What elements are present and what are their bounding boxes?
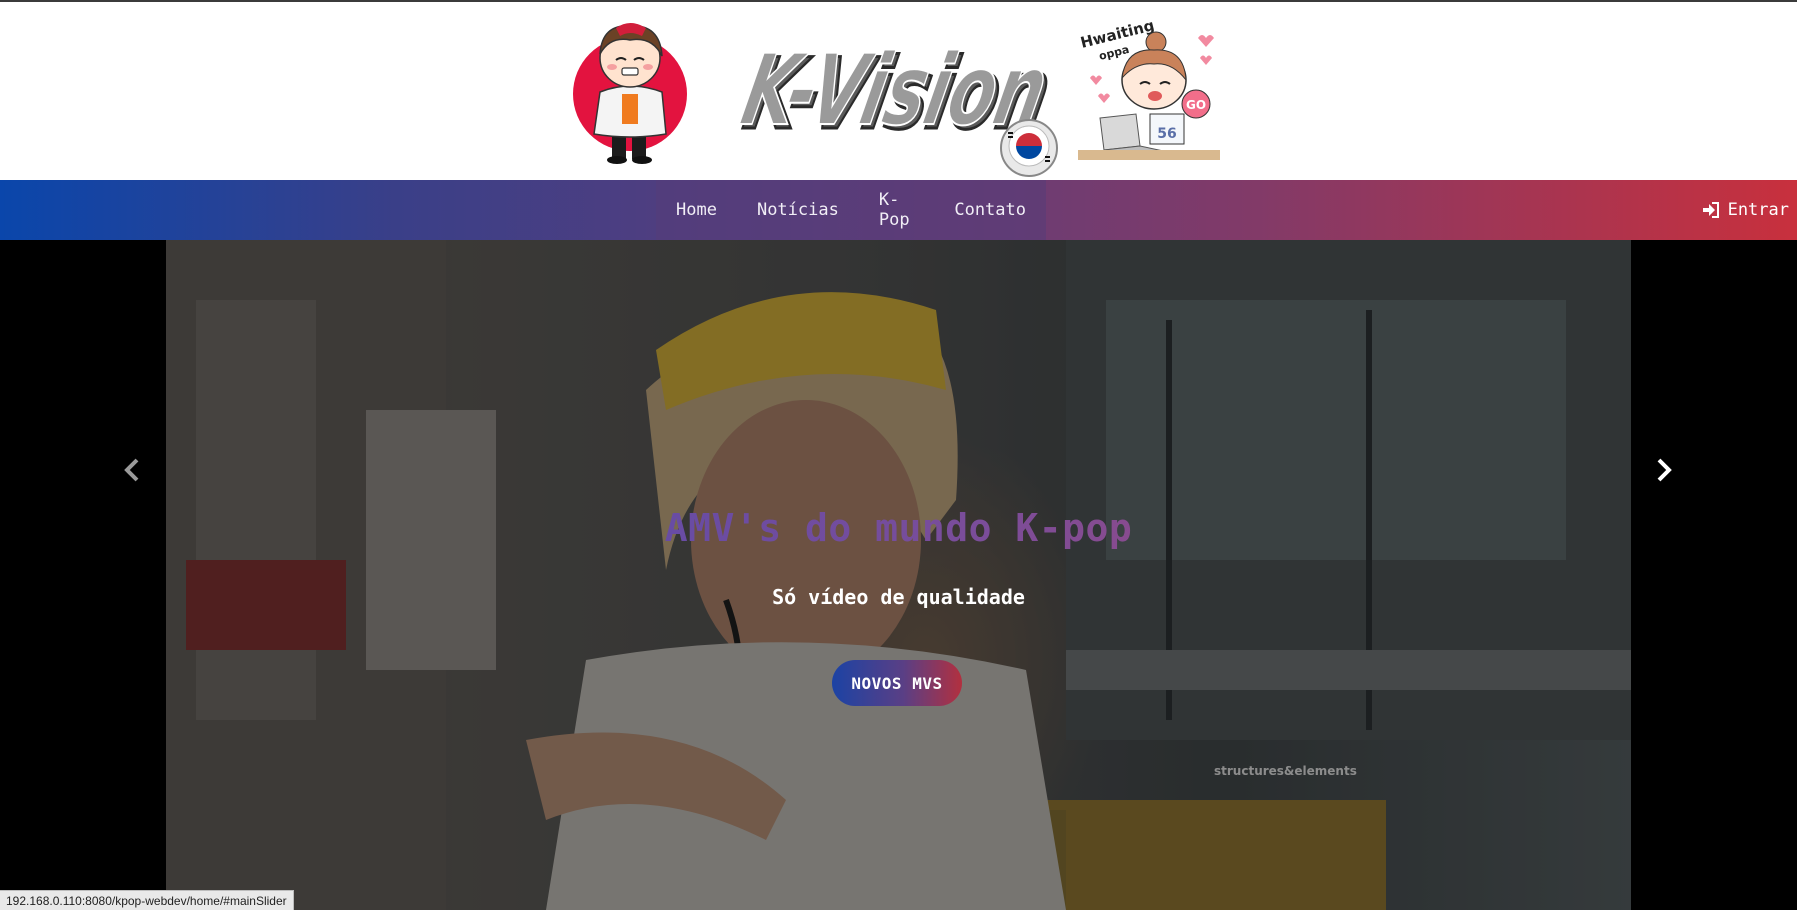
novos-mvs-button[interactable]: NOVOS MVS [832, 660, 962, 706]
nav-item-home[interactable]: Home [656, 180, 737, 240]
chevron-left-icon [124, 458, 139, 482]
browser-status-bar: 192.168.0.110:8080/kpop-webdev/home/#mai… [0, 890, 294, 910]
chevron-right-icon [1657, 458, 1672, 482]
k-vision-logo[interactable]: K-Vision K-Vision [716, 20, 1064, 180]
main-navbar: Home Notícias K-Pop Contato Entrar [0, 180, 1797, 240]
nav-menu: Home Notícias K-Pop Contato [656, 180, 1046, 240]
nav-item-noticias[interactable]: Notícias [737, 180, 859, 240]
nav-item-kpop[interactable]: K-Pop [859, 180, 935, 240]
hwaiting-sticker-illustration: Hwaiting oppa GO 56 [1078, 18, 1220, 160]
status-url: 192.168.0.110:8080/kpop-webdev/home/#mai… [6, 893, 287, 908]
svg-text:56: 56 [1157, 126, 1176, 142]
chibi-boy-illustration [573, 23, 687, 164]
login-label: Entrar [1727, 200, 1789, 220]
svg-text:GO: GO [1186, 98, 1206, 112]
site-header: K-Vision K-Vision Hwaiting oppa GO 56 [0, 0, 1797, 180]
slider-next-button[interactable] [1644, 445, 1684, 495]
slide-subtitle: Só vídeo de qualidade [772, 585, 1025, 609]
login-link[interactable]: Entrar [1702, 180, 1789, 240]
main-slider: structures&elements AMV's do mundo K-pop… [0, 240, 1797, 910]
slider-prev-button[interactable] [112, 445, 152, 495]
sign-in-icon [1702, 202, 1719, 218]
slide-title: AMV's do mundo K-pop [166, 506, 1631, 550]
nav-item-contato[interactable]: Contato [934, 180, 1046, 240]
slide-caption: AMV's do mundo K-pop Só vídeo de qualida… [166, 240, 1631, 910]
korea-flag-ball-icon [1000, 119, 1058, 177]
slide-image: structures&elements AMV's do mundo K-pop… [166, 240, 1631, 910]
